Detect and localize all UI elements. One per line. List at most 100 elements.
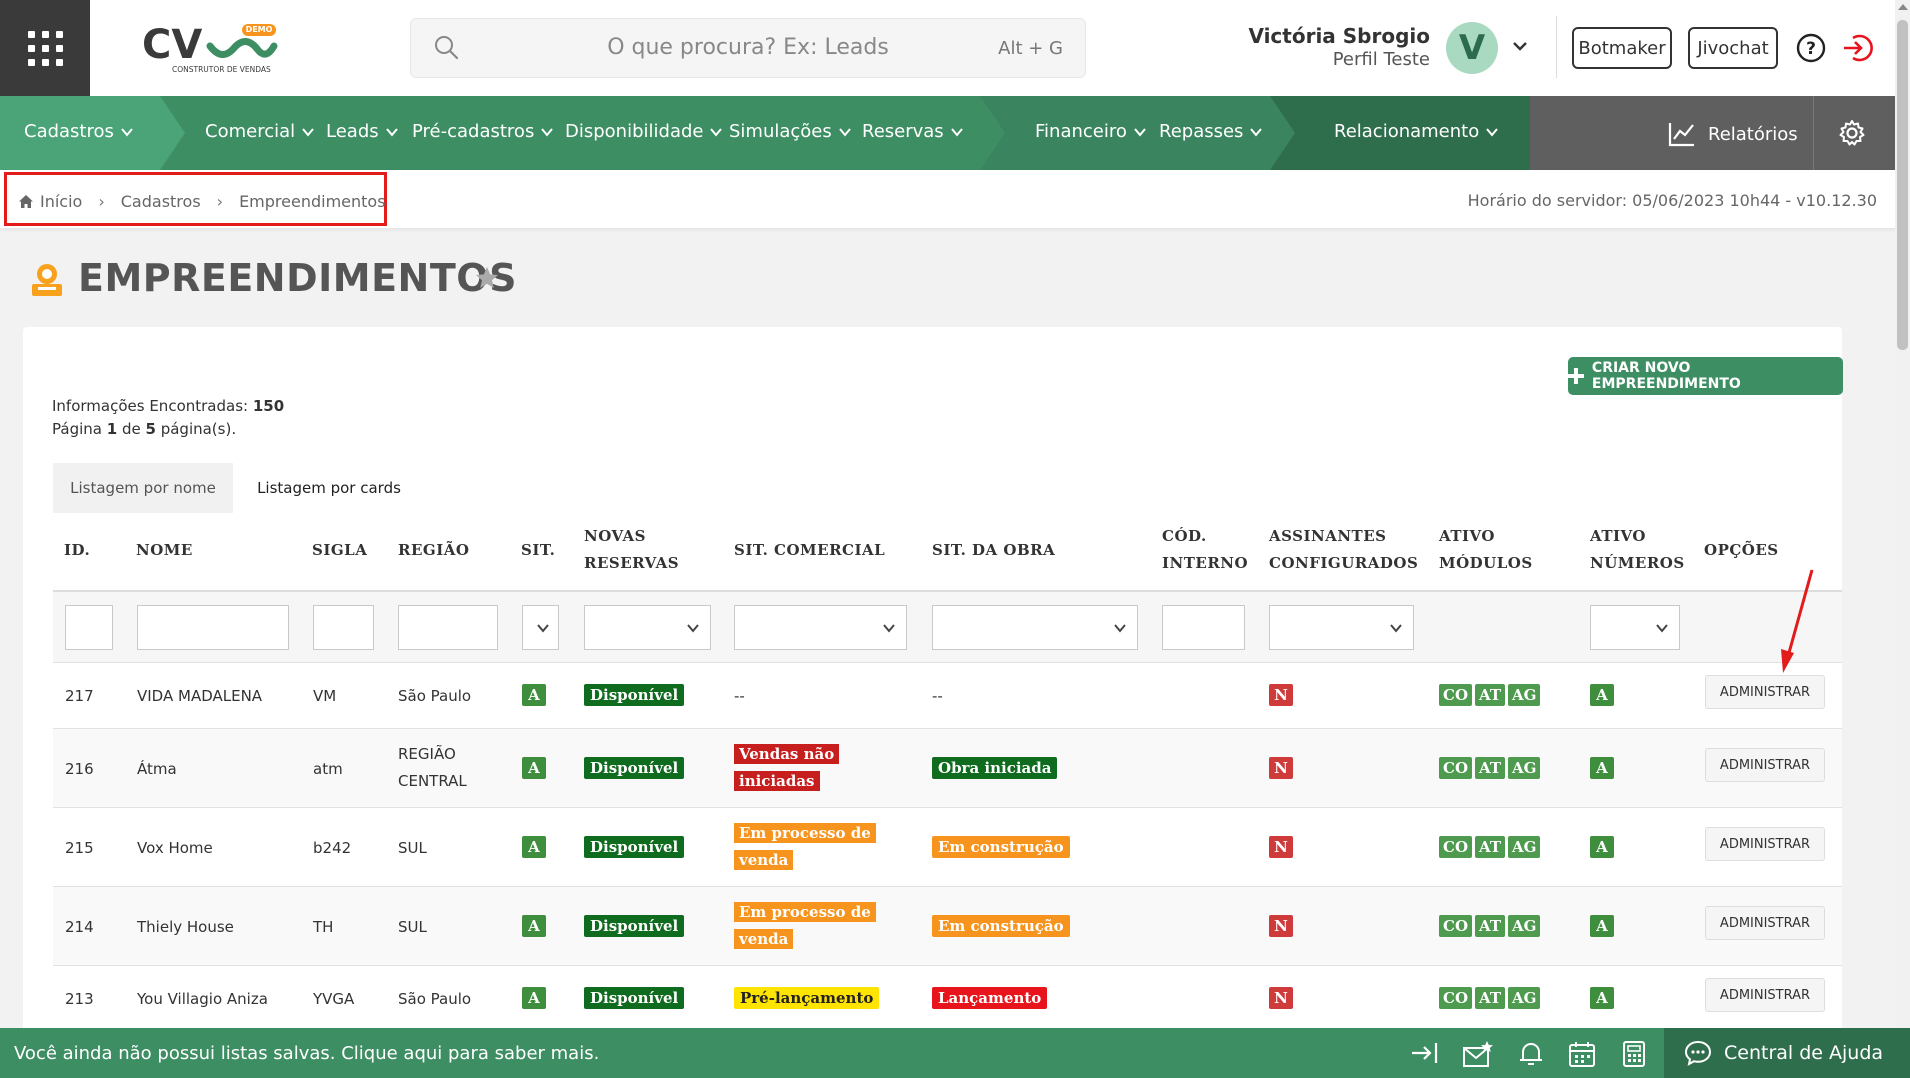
col-header-cod-interno-l2: INTERNO: [1162, 554, 1249, 572]
chevron-down-icon[interactable]: [1510, 36, 1530, 56]
nav-cadastros[interactable]: Cadastros: [24, 121, 134, 142]
col-header-assinantes-l2: CONFIGURADOS: [1269, 554, 1419, 572]
nav-disponibilidade[interactable]: Disponibilidade: [565, 121, 723, 142]
global-search-box[interactable]: O que procura? Ex: Leads Alt + G: [410, 18, 1086, 78]
nav-pre-cadastros[interactable]: Pré-cadastros: [412, 121, 554, 142]
col-header-ativo-numeros[interactable]: ATIVO NÚMEROS: [1590, 523, 1685, 577]
breadcrumb: Início › Cadastros › Empreendimentos: [18, 192, 386, 211]
nav-relacionamento[interactable]: Relacionamento: [1334, 121, 1499, 142]
results-count-label: Informações Encontradas:: [52, 397, 249, 415]
col-header-assinantes[interactable]: ASSINANTES CONFIGURADOS: [1269, 523, 1418, 577]
module-badge-ag: AG: [1508, 836, 1541, 858]
nav-repasses[interactable]: Repasses: [1159, 121, 1263, 142]
filter-id-input[interactable]: [65, 605, 113, 650]
star-icon[interactable]: [474, 265, 500, 291]
help-circle-icon[interactable]: ?: [1795, 32, 1827, 64]
filter-ativo-numeros-select[interactable]: [1590, 605, 1680, 650]
module-badge-at: AT: [1475, 836, 1505, 858]
annotation-arrow: [1781, 569, 1814, 673]
results-count: Informações Encontradas: 150: [52, 397, 284, 415]
jivochat-button[interactable]: Jivochat: [1688, 27, 1778, 69]
status-badge-assinantes: N: [1269, 684, 1293, 706]
search-placeholder: O que procura? Ex: Leads: [607, 35, 889, 60]
logo-badge: DEMO: [245, 25, 273, 34]
chevron-down-icon: [1114, 624, 1126, 633]
administrar-button[interactable]: ADMINISTRAR: [1705, 978, 1825, 1012]
bell-icon[interactable]: [1518, 1040, 1544, 1068]
help-center-button[interactable]: Central de Ajuda: [1664, 1028, 1910, 1078]
chevron-down-icon: [1486, 127, 1499, 137]
pagination-word: Página: [52, 420, 102, 438]
col-header-ativo-modulos[interactable]: ATIVO MÓDULOS: [1439, 523, 1533, 577]
sign-in-icon[interactable]: [1410, 1040, 1440, 1066]
breadcrumb-empreendimentos[interactable]: Empreendimentos: [239, 192, 385, 211]
col-header-sit-comercial[interactable]: SIT. COMERCIAL: [734, 537, 885, 564]
filter-regiao-input[interactable]: [398, 605, 498, 650]
chevron-down-icon: [710, 127, 723, 137]
nav-reservas[interactable]: Reservas: [862, 121, 964, 142]
administrar-button[interactable]: ADMINISTRAR: [1705, 748, 1825, 782]
filter-sit-comercial-select[interactable]: [734, 605, 907, 650]
filter-novas-reservas-select[interactable]: [584, 605, 711, 650]
plus-icon: [1568, 368, 1584, 384]
calendar-icon[interactable]: [1568, 1040, 1596, 1068]
status-badge-ativo-numeros: A: [1590, 987, 1614, 1009]
create-button-label: CRIAR NOVO EMPREENDIMENTO: [1591, 360, 1741, 392]
tab-listagem-nome[interactable]: Listagem por nome: [53, 463, 233, 513]
nav-simulacoes[interactable]: Simulações: [729, 121, 852, 142]
filter-sigla-input[interactable]: [313, 605, 374, 650]
nav-financeiro[interactable]: Financeiro: [1035, 121, 1147, 142]
administrar-button[interactable]: ADMINISTRAR: [1705, 675, 1825, 709]
logo[interactable]: CV DEMO CONSTRUTOR DE VENDAS: [140, 18, 280, 78]
col-header-cod-interno-l1: CÓD.: [1162, 527, 1207, 545]
filter-cod-interno-input[interactable]: [1162, 605, 1245, 650]
cell-id: 216: [65, 760, 94, 778]
col-header-novas-reservas-l2: RESERVAS: [584, 554, 680, 572]
breadcrumb-cadastros[interactable]: Cadastros: [121, 192, 201, 211]
col-header-regiao[interactable]: REGIÃO: [398, 537, 469, 564]
create-empreendimento-button[interactable]: CRIAR NOVO EMPREENDIMENTO: [1568, 357, 1843, 395]
filter-assinantes-select[interactable]: [1269, 605, 1414, 650]
pagination-info: Página 1 de 5 página(s).: [52, 420, 236, 438]
calculator-icon[interactable]: [1622, 1040, 1646, 1068]
nav-comercial[interactable]: Comercial: [205, 121, 315, 142]
user-name[interactable]: Victória Sbrogio: [1248, 24, 1430, 48]
col-header-assinantes-l1: ASSINANTES: [1269, 527, 1387, 545]
filter-nome-input[interactable]: [137, 605, 289, 650]
col-header-sigla[interactable]: SIGLA: [312, 537, 367, 564]
cell-regiao: REGIÃO CENTRAL: [398, 745, 467, 790]
nav-pre-cadastros-label: Pré-cadastros: [412, 121, 535, 142]
saved-lists-message[interactable]: Você ainda não possui listas salvas. Cli…: [14, 1043, 599, 1064]
chevron-down-icon: [1134, 127, 1146, 137]
administrar-button[interactable]: ADMINISTRAR: [1705, 906, 1825, 940]
tab-listagem-cards[interactable]: Listagem por cards: [236, 463, 422, 513]
cell-id: 214: [65, 918, 94, 936]
gear-icon[interactable]: [1837, 118, 1867, 148]
cell-sigla: TH: [313, 918, 334, 936]
results-count-value: 150: [252, 397, 285, 415]
mail-star-icon[interactable]: [1462, 1040, 1494, 1068]
nav-leads[interactable]: Leads: [326, 121, 399, 142]
col-header-sit-obra[interactable]: SIT. DA OBRA: [932, 537, 1055, 564]
breadcrumb-home[interactable]: Início: [40, 192, 82, 211]
col-header-nome[interactable]: NOME: [136, 537, 193, 564]
cell-sigla: atm: [313, 760, 343, 778]
filter-sit-select[interactable]: [522, 605, 559, 650]
nav-relatorios[interactable]: Relatórios: [1668, 121, 1798, 147]
module-badge-co: CO: [1439, 836, 1473, 858]
botmaker-button[interactable]: Botmaker: [1572, 27, 1672, 69]
logout-icon[interactable]: [1841, 32, 1873, 64]
administrar-button[interactable]: ADMINISTRAR: [1705, 827, 1825, 861]
col-header-id[interactable]: ID.: [64, 537, 90, 564]
col-header-novas-reservas[interactable]: NOVAS RESERVAS: [584, 523, 679, 577]
scrollbar-thumb[interactable]: [1897, 20, 1908, 350]
col-header-cod-interno[interactable]: CÓD. INTERNO: [1162, 523, 1248, 577]
scroll-up-arrow[interactable]: [1898, 4, 1908, 10]
status-badge-sit: A: [522, 684, 546, 706]
apps-menu-button[interactable]: [0, 0, 90, 96]
col-header-ativo-numeros-l2: NÚMEROS: [1590, 554, 1685, 572]
chat-bubble-icon: [1684, 1040, 1712, 1066]
filter-sit-obra-select[interactable]: [932, 605, 1138, 650]
avatar[interactable]: V: [1446, 22, 1498, 74]
col-header-sit[interactable]: SIT.: [521, 537, 555, 564]
